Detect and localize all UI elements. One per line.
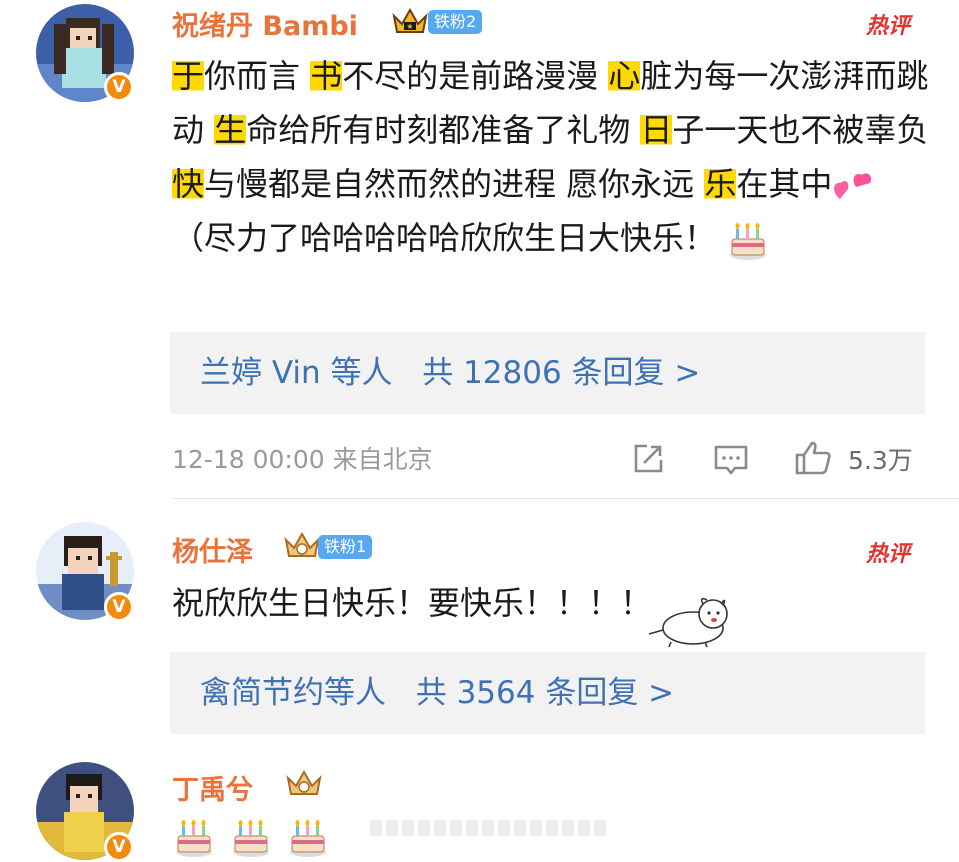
verified-icon: V xyxy=(104,592,134,622)
reply-summary[interactable]: 兰婷 Vin 等人 共 12806 条回复 > xyxy=(170,332,925,414)
blurred-area xyxy=(370,820,610,836)
highlighted-char: 乐 xyxy=(704,165,737,203)
text-segment: 在其中 xyxy=(736,165,833,203)
highlighted-char: 快 xyxy=(172,165,205,203)
share-icon[interactable] xyxy=(631,442,665,476)
dog-sticker xyxy=(648,597,728,648)
reply-summary[interactable]: 禽简节约等人 共 3564 条回复 > xyxy=(170,652,925,734)
verified-icon: V xyxy=(104,72,134,102)
cake-emoji-row xyxy=(174,816,340,860)
username[interactable]: 杨仕泽 xyxy=(172,530,253,569)
cake-emoji xyxy=(290,820,327,857)
crown-icon xyxy=(284,531,320,557)
cake-emoji xyxy=(231,816,271,858)
comment-icon[interactable] xyxy=(713,443,749,477)
cake-emoji xyxy=(176,820,212,857)
fan-badge: 铁粉2 xyxy=(428,10,483,34)
highlighted-char: 于 xyxy=(172,57,205,95)
reply-count: 共 3564 条回复 > xyxy=(415,675,675,711)
text-segment: 与慢都是自然而然的进程 愿你永远 xyxy=(204,165,705,203)
cake-emoji xyxy=(233,820,270,857)
timestamp: 12-18 00:00 来自北京 xyxy=(172,445,433,474)
reply-others: 禽简节约等人 xyxy=(200,675,386,711)
reply-others: 兰婷 Vin 等人 xyxy=(200,355,393,391)
crown-icon xyxy=(286,769,322,795)
highlighted-char: 心 xyxy=(608,57,641,95)
text-segment: 不尽的是前路漫漫 xyxy=(342,57,609,95)
highlighted-char: 生 xyxy=(214,111,247,149)
cake-emoji xyxy=(288,816,328,858)
comment-1: V 祝绪丹 Bambi ★ 铁粉2 热评 于你而言 书不尽的是前路漫漫 心脏为每… xyxy=(0,0,959,500)
divider xyxy=(172,498,959,499)
cake-emoji xyxy=(174,816,214,858)
comment-text: 祝欣欣生日快乐！要快乐！！！！ xyxy=(172,584,653,622)
text-segment: 命给所有时刻都准备了礼物 xyxy=(246,111,641,149)
hot-comment-tag: 热评 xyxy=(866,14,911,39)
comment-2: V 杨仕泽 铁粉1 热评 祝欣欣生日快乐！要快乐！！！！ 禽简节约等人 共 35… xyxy=(0,500,959,760)
comment-text: 于你而言 书不尽的是前路漫漫 心脏为每一次澎湃而跳动 生命给所有时刻都准备了礼物… xyxy=(172,49,932,265)
highlighted-char: 书 xyxy=(310,57,343,95)
comment-3: V 丁禹兮 xyxy=(0,760,959,862)
text-tail: （尽力了哈哈哈哈哈欣欣生日大快乐！ xyxy=(172,219,717,257)
username[interactable]: 祝绪丹 Bambi xyxy=(172,4,358,43)
username[interactable]: 丁禹兮 xyxy=(172,768,253,807)
reply-count: 共 12806 条回复 > xyxy=(422,355,701,391)
fan-badge: 铁粉1 xyxy=(318,535,373,559)
text-segment: 你而言 xyxy=(204,57,311,95)
like-icon[interactable] xyxy=(794,440,832,476)
verified-icon: V xyxy=(104,832,134,862)
svg-text:★: ★ xyxy=(406,22,413,31)
heart-emoji xyxy=(834,173,872,199)
highlighted-char: 日 xyxy=(640,111,673,149)
crown-icon: ★ xyxy=(392,7,428,33)
text-segment: 子一天也不被辜负 xyxy=(672,111,929,149)
hot-comment-tag: 热评 xyxy=(866,542,911,567)
cake-emoji xyxy=(730,223,767,260)
like-count: 5.3万 xyxy=(848,446,913,475)
